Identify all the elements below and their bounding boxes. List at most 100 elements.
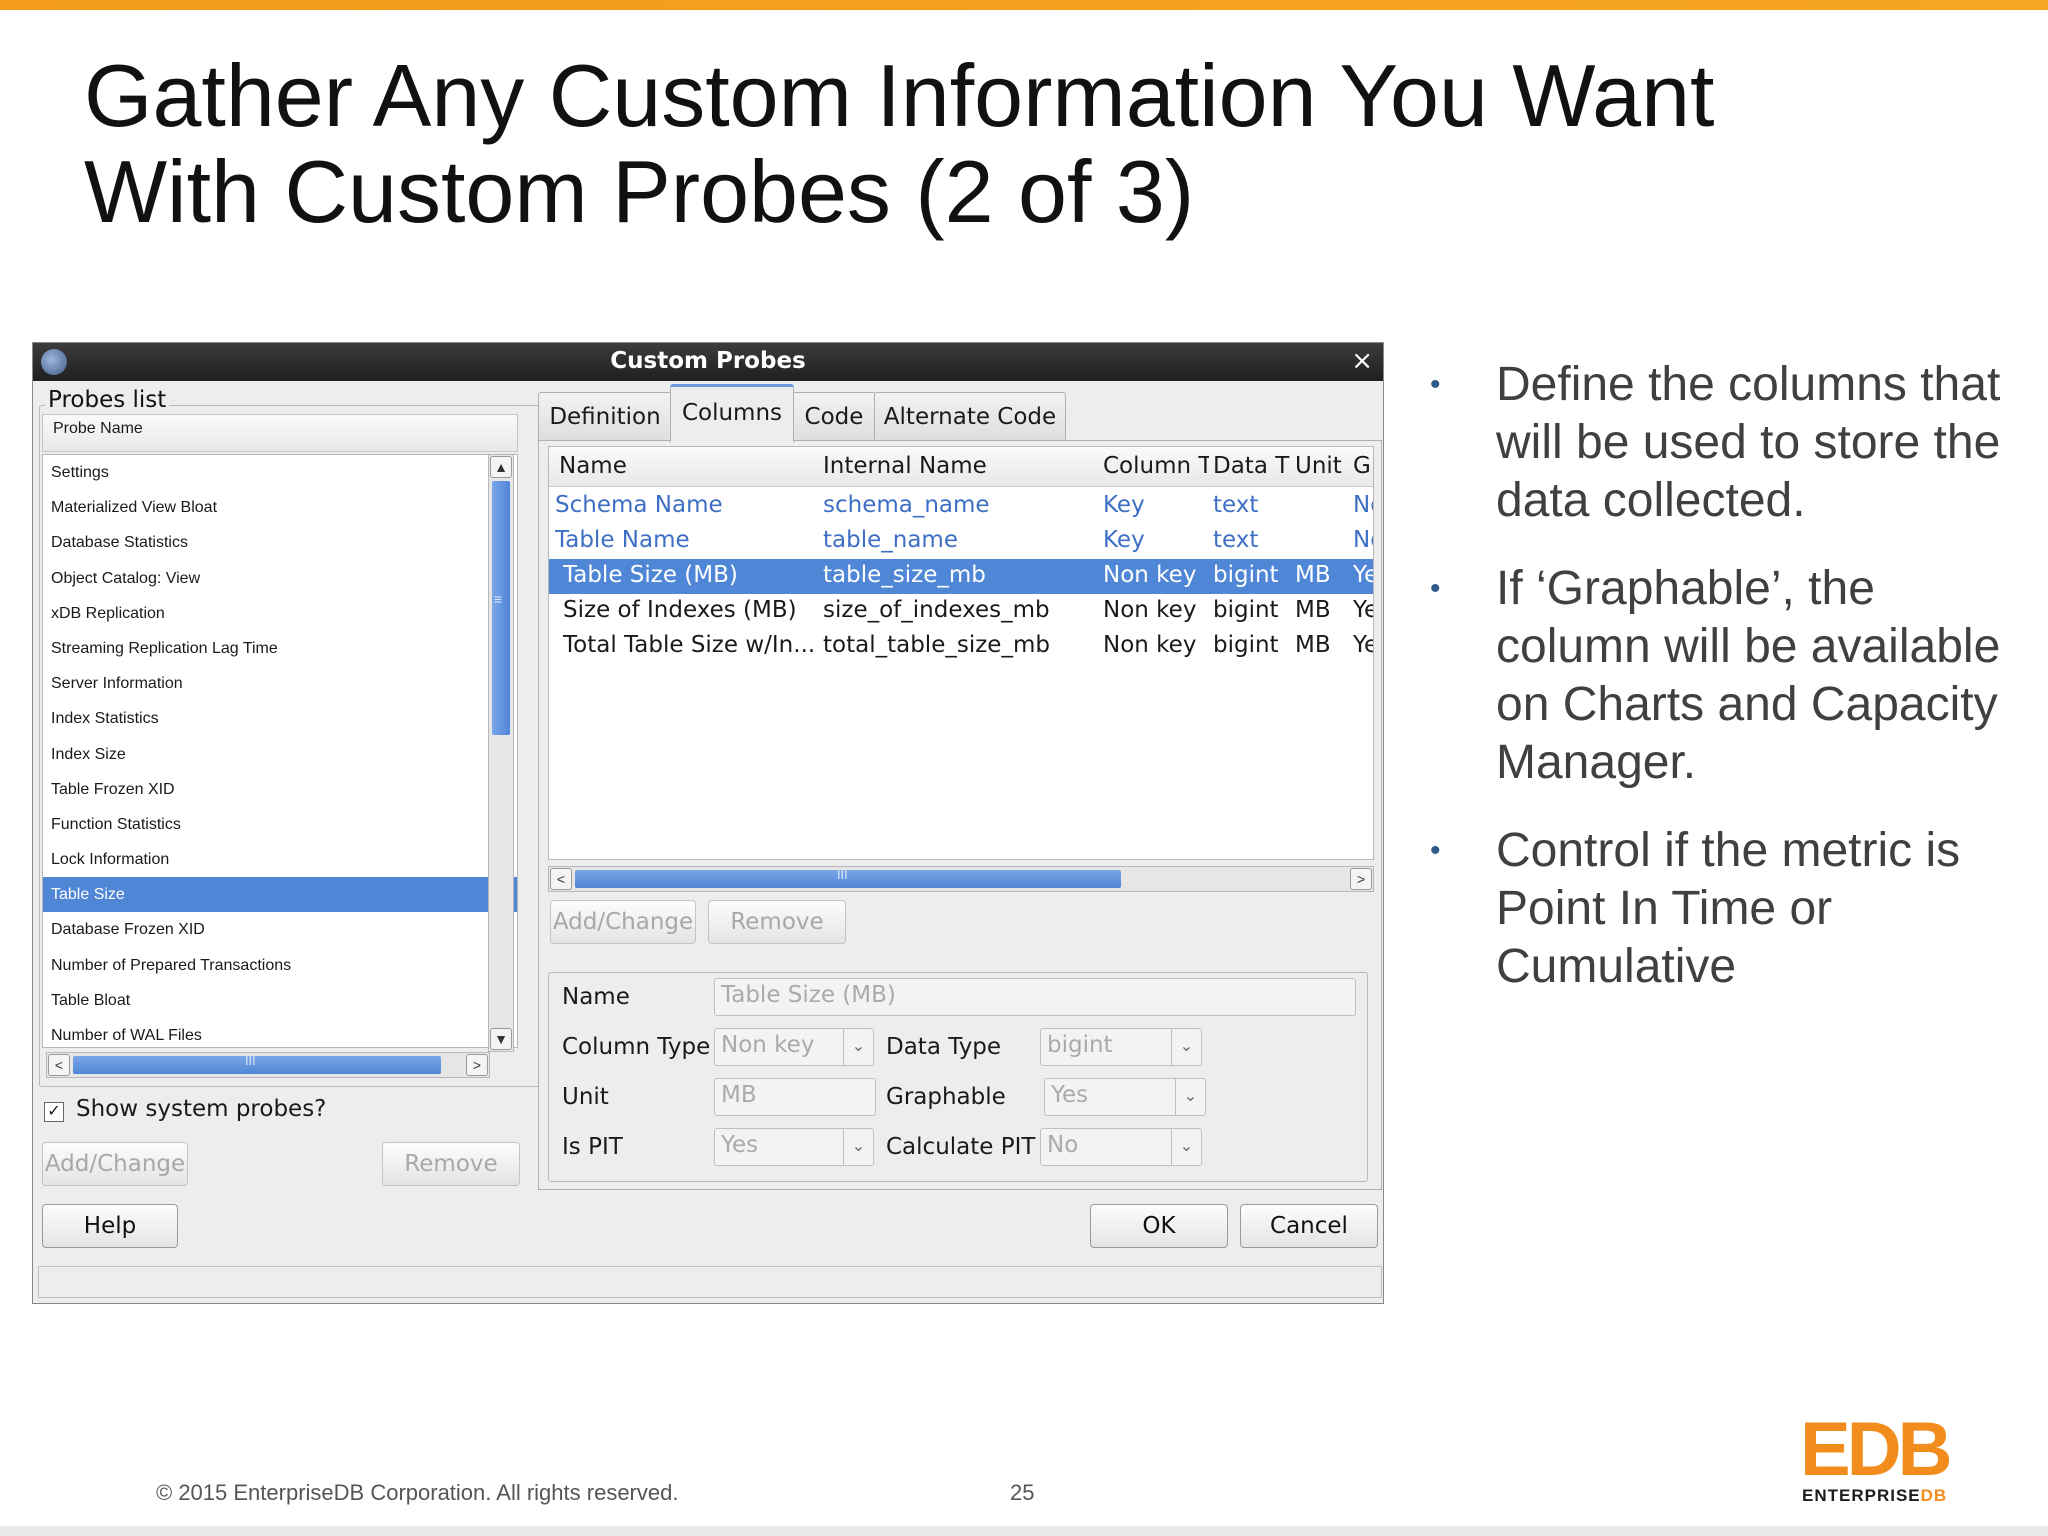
bullet-dot-icon: • <box>1430 572 1441 605</box>
table-scroll-left-icon[interactable]: < <box>550 868 572 890</box>
scroll-grip-icon: ≡ <box>494 591 503 607</box>
table-row[interactable]: Schema Name schema_name Key text No <box>549 489 1373 524</box>
tab-definition[interactable]: Definition <box>538 392 672 440</box>
name-field[interactable]: Table Size (MB) <box>714 978 1356 1016</box>
probes-list[interactable]: Settings Materialized View Bloat Database … <box>42 454 518 1048</box>
graphable-select[interactable]: Yes ⌄ <box>1044 1078 1206 1116</box>
tab-alternate-code[interactable]: Alternate Code <box>874 392 1066 440</box>
probe-list-item[interactable]: Streaming Replication Lag Time <box>43 631 517 666</box>
probe-list-item[interactable]: Table Frozen XID <box>43 772 517 807</box>
probes-list-vertical-scrollbar[interactable]: ▲ ≡ ▼ <box>488 454 514 1052</box>
probe-add-change-button[interactable]: Add/Change <box>42 1142 188 1186</box>
logo-subtitle: ENTERPRISEDB <box>1802 1486 1947 1506</box>
column-remove-button[interactable]: Remove <box>708 900 846 944</box>
probe-list-item[interactable]: Table Size <box>43 877 517 913</box>
chevron-down-icon[interactable]: ⌄ <box>1171 1029 1201 1065</box>
tab-code[interactable]: Code <box>792 392 876 440</box>
table-row[interactable]: Total Table Size w/In... total_table_size… <box>549 629 1373 664</box>
columns-table[interactable]: Name Internal Name Column T Data T Unit … <box>548 446 1374 860</box>
probe-list-item[interactable]: Materialized View Bloat <box>43 490 517 525</box>
calculate-pit-select[interactable]: No ⌄ <box>1040 1128 1202 1166</box>
cancel-button[interactable]: Cancel <box>1240 1204 1378 1248</box>
calculate-pit-value: No <box>1047 1132 1079 1158</box>
show-system-probes-checkbox[interactable]: ✓ <box>44 1102 64 1122</box>
chevron-down-icon[interactable]: ⌄ <box>843 1129 873 1165</box>
close-icon[interactable]: × <box>1351 346 1373 376</box>
table-scroll-right-icon[interactable]: > <box>1350 868 1372 890</box>
probe-name-column-header[interactable]: Probe Name <box>42 414 518 452</box>
logo-mark-text: EDB <box>1800 1407 1952 1492</box>
cell-internal-name: table_size_mb <box>823 562 986 588</box>
columns-table-hscroll-thumb[interactable]: III <box>575 868 1121 888</box>
column-add-change-button[interactable]: Add/Change <box>550 900 696 944</box>
table-row[interactable]: Size of Indexes (MB) size_of_indexes_mb No… <box>549 594 1373 629</box>
cell-data-type: bigint <box>1213 562 1279 588</box>
top-accent-bar <box>0 0 2048 10</box>
cell-internal-name: total_table_size_mb <box>823 632 1050 658</box>
show-system-probes-label[interactable]: Show system probes? <box>76 1096 326 1122</box>
tab-columns[interactable]: Columns <box>670 384 794 442</box>
column-header-internal-name[interactable]: Internal Name <box>823 453 1093 479</box>
cell-internal-name: table_name <box>823 527 958 553</box>
scroll-left-icon[interactable]: < <box>48 1054 70 1076</box>
logo-mark: EDB <box>1800 1412 1952 1488</box>
chevron-down-icon[interactable]: ⌄ <box>1171 1129 1201 1165</box>
probes-list-horizontal-scrollbar[interactable]: < III > <box>46 1052 490 1078</box>
cell-name: Table Size (MB) <box>563 562 738 588</box>
data-type-select[interactable]: bigint ⌄ <box>1040 1028 1202 1066</box>
probe-list-item[interactable]: xDB Replication <box>43 596 517 631</box>
probe-list-item[interactable]: Lock Information <box>43 842 517 877</box>
dialog-titlebar[interactable]: Custom Probes × <box>33 343 1383 381</box>
table-row[interactable]: Table Name table_name Key text No <box>549 524 1373 559</box>
probe-list-item[interactable]: Index Statistics <box>43 701 517 736</box>
table-hscroll-grip-icon: III <box>837 868 848 882</box>
probe-list-item[interactable]: Object Catalog: View <box>43 561 517 596</box>
probe-list-item[interactable]: Database Frozen XID <box>43 912 517 947</box>
cell-column-type: Non key <box>1103 597 1197 623</box>
cell-name: Size of Indexes (MB) <box>563 597 797 623</box>
probe-list-item[interactable]: Function Statistics <box>43 807 517 842</box>
page-number: 25 <box>1010 1480 1035 1505</box>
slide-title-line-1: Gather Any Custom Information You Want <box>84 46 1715 145</box>
table-row[interactable]: Table Size (MB) table_size_mb Non key bigin… <box>549 559 1373 594</box>
slide-title: Gather Any Custom Information You Want W… <box>84 48 1964 240</box>
name-label: Name <box>562 984 630 1010</box>
columns-table-header: Name Internal Name Column T Data T Unit … <box>549 447 1373 487</box>
bullet-item: • If ‘Graphable’, the column will be ava… <box>1430 560 2030 792</box>
probe-list-item[interactable]: Number of Prepared Transactions <box>43 948 517 983</box>
column-header-column-type[interactable]: Column T <box>1103 453 1209 479</box>
column-type-select[interactable]: Non key ⌄ <box>714 1028 874 1066</box>
probes-list-scroll-thumb[interactable]: ≡ <box>492 481 510 735</box>
graphable-label: Graphable <box>886 1084 1006 1110</box>
probe-list-item[interactable]: Index Size <box>43 737 517 772</box>
scroll-down-icon[interactable]: ▼ <box>490 1028 512 1050</box>
ok-button[interactable]: OK <box>1090 1204 1228 1248</box>
logo-sub-prefix: ENTERPRISE <box>1802 1486 1921 1505</box>
column-header-data-type[interactable]: Data T <box>1213 453 1291 479</box>
probes-list-label: Probes list <box>45 387 170 413</box>
is-pit-select[interactable]: Yes ⌄ <box>714 1128 874 1166</box>
cell-column-type: Non key <box>1103 562 1197 588</box>
column-header-name[interactable]: Name <box>559 453 809 479</box>
chevron-down-icon[interactable]: ⌄ <box>843 1029 873 1065</box>
footer-copyright: © 2015 EnterpriseDB Corporation. All rig… <box>156 1480 679 1505</box>
scroll-up-icon[interactable]: ▲ <box>490 456 512 478</box>
column-header-graphable[interactable]: G <box>1353 453 1373 479</box>
probe-list-item[interactable]: Number of WAL Files <box>43 1018 517 1047</box>
probes-list-hscroll-thumb[interactable]: III <box>73 1054 441 1074</box>
column-header-unit[interactable]: Unit <box>1295 453 1347 479</box>
probe-list-item[interactable]: Settings <box>43 455 517 490</box>
columns-table-horizontal-scrollbar[interactable]: < III > <box>548 866 1374 892</box>
unit-label: Unit <box>562 1084 609 1110</box>
bullet-text: Define the columns that will be used to … <box>1496 358 2001 527</box>
probe-list-item[interactable]: Server Information <box>43 666 517 701</box>
help-button[interactable]: Help <box>42 1204 178 1248</box>
cell-graphable: Yes <box>1353 632 1373 658</box>
graphable-value: Yes <box>1051 1082 1089 1108</box>
scroll-right-icon[interactable]: > <box>466 1054 488 1076</box>
chevron-down-icon[interactable]: ⌄ <box>1175 1079 1205 1115</box>
probe-list-item[interactable]: Database Statistics <box>43 525 517 560</box>
probe-remove-button[interactable]: Remove <box>382 1142 520 1186</box>
probe-list-item[interactable]: Table Bloat <box>43 983 517 1018</box>
unit-field[interactable]: MB <box>714 1078 876 1116</box>
